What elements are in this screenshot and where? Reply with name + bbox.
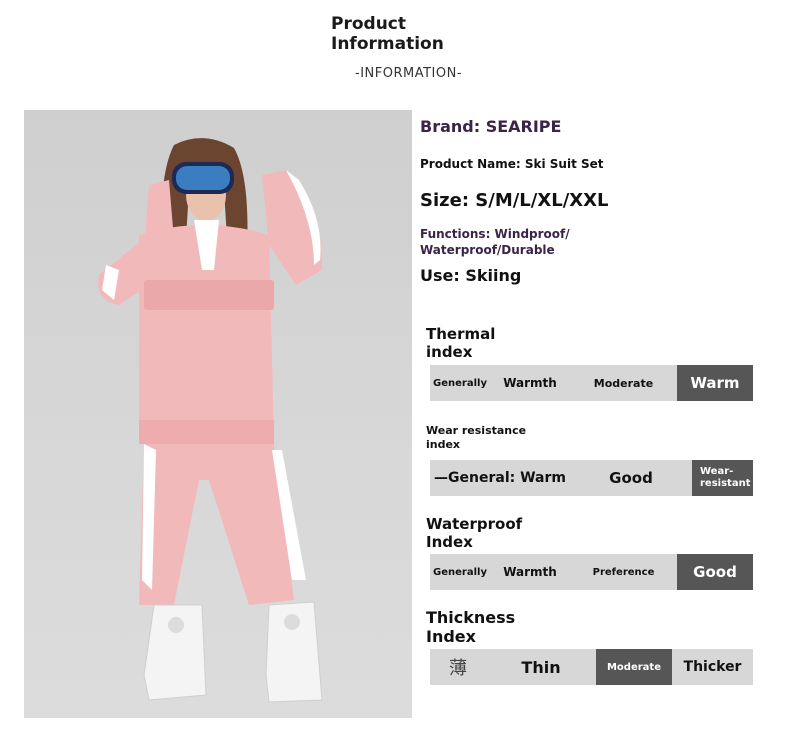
waterproof-index-title: Waterproof Index [426,515,523,551]
thickness-index-bar: 薄 Thin Moderate Thicker [430,649,753,685]
waterproof-option-good: Good [677,554,753,590]
ski-suit-model-illustration [98,138,323,703]
wear-option-general-warm: —General: Warm [434,470,566,486]
product-name-label: Product Name: Ski Suit Set [420,157,604,171]
waterproof-option-generally: Generally [433,566,487,578]
brand-label: Brand: SEARIPE [420,117,562,136]
thermal-option-warmth: Warmth [503,376,557,390]
thermal-option-warm: Warm [677,365,753,401]
use-label: Use: Skiing [420,266,522,285]
thickness-index-title: Thickness Index [426,608,516,646]
thickness-option-thicker: Thicker [683,659,742,675]
waterproof-option-preference: Preference [592,566,655,578]
wear-option-wear-resistant: Wear-resistant [692,460,753,496]
wear-index-bar: —General: Warm Good Wear-resistant [430,460,753,496]
thickness-option-moderate: Moderate [596,649,672,685]
size-label: Size: S/M/L/XL/XXL [420,190,609,211]
thermal-option-generally: Generally [433,377,487,389]
wear-option-good: Good [609,469,653,487]
thickness-option-thin-glyph: 薄 [449,658,467,679]
thermal-index-bar: Generally Warmth Moderate Warm [430,365,753,401]
waterproof-index-bar: Generally Warmth Preference Good [430,554,753,590]
page-subtitle: -INFORMATION- [355,66,463,81]
product-photo [24,110,412,718]
wear-index-title: Wear resistance index [426,424,527,451]
waterproof-option-warmth: Warmth [503,565,557,579]
page-title: Product Information [331,14,444,54]
thickness-option-thin: Thin [521,657,561,677]
functions-label: Functions: Windproof/ Waterproof/Durable [420,227,570,257]
thermal-option-moderate: Moderate [593,376,654,390]
thermal-index-title: Thermal index [426,325,496,361]
